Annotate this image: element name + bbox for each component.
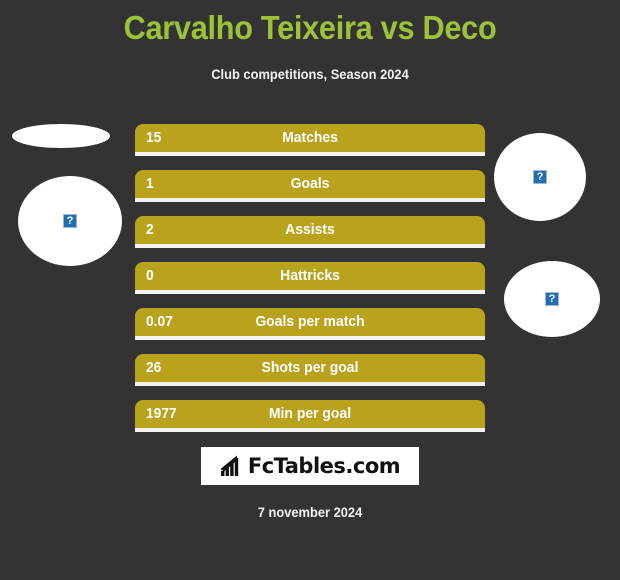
avatar-left-main: ? [18, 176, 122, 266]
fctables-logo-text: FcTables.com [247, 454, 401, 478]
broken-image-glyph: ? [66, 214, 74, 227]
stat-label: Shots per goal [261, 359, 359, 376]
broken-image-glyph: ? [548, 292, 556, 305]
stat-bar: 2 Assists [135, 216, 485, 244]
fctables-logo[interactable]: FcTables.com [201, 447, 419, 485]
stat-bar: 0.07 Goals per match [135, 308, 485, 336]
stat-bar: 15 Matches [135, 124, 485, 152]
avatar-right-top: ? [494, 133, 586, 221]
page-subtitle: Club competitions, Season 2024 [211, 66, 409, 82]
broken-image-icon: ? [545, 292, 559, 306]
stat-label: Goals [290, 175, 330, 192]
stat-bar: 0 Hattricks [135, 262, 485, 290]
stat-row: 0.07 Goals per match [135, 308, 485, 354]
stat-label: Assists [285, 221, 335, 238]
stat-row: 2 Assists [135, 216, 485, 262]
stat-label: Matches [282, 129, 338, 146]
stat-bar: 1 Goals [135, 170, 485, 198]
stats-comparison-list: 15 Matches 1 Goals 2 Assists 0 Hattricks… [135, 124, 485, 446]
avatar-left-top [12, 124, 110, 148]
page-title: Carvalho Teixeira vs Deco [123, 9, 497, 46]
broken-image-glyph: ? [536, 170, 544, 183]
stat-row: 0 Hattricks [135, 262, 485, 308]
stat-row: 15 Matches [135, 124, 485, 170]
broken-image-icon: ? [533, 170, 547, 184]
stat-bar: 26 Shots per goal [135, 354, 485, 382]
footer-date: 7 november 2024 [257, 504, 363, 520]
stat-row: 1 Goals [135, 170, 485, 216]
header: Carvalho Teixeira vs Deco Club competiti… [0, 0, 620, 82]
stat-row: 1977 Min per goal [135, 400, 485, 446]
avatar-right-main: ? [504, 261, 600, 337]
stat-label: Hattricks [280, 267, 340, 284]
stat-bar: 1977 Min per goal [135, 400, 485, 428]
bar-chart-icon [220, 455, 239, 476]
stat-label: Min per goal [268, 405, 352, 422]
stat-label: Goals per match [255, 313, 365, 330]
broken-image-icon: ? [63, 214, 77, 228]
stat-row: 26 Shots per goal [135, 354, 485, 400]
